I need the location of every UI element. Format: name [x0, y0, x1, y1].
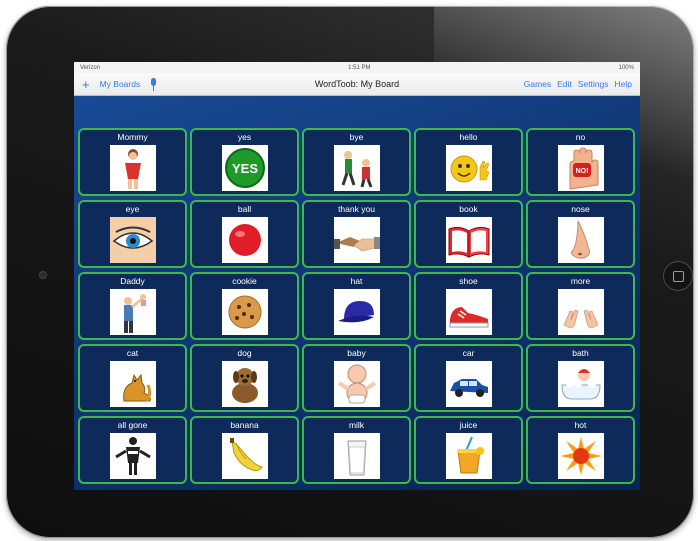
my-boards-button[interactable]: My Boards: [100, 79, 141, 89]
eye-icon: [109, 217, 156, 263]
tile-label: thank you: [338, 204, 375, 214]
word-tile-book[interactable]: book: [414, 200, 523, 268]
daddy-icon: [109, 289, 156, 335]
word-tile-eye[interactable]: eye: [78, 200, 187, 268]
more-icon: [557, 289, 604, 335]
tile-label: yes: [237, 132, 252, 142]
camera: [40, 272, 46, 278]
word-tile-banana[interactable]: banana: [190, 416, 299, 484]
tile-label: hot: [574, 420, 587, 430]
book-icon: [445, 217, 492, 263]
tile-label: bath: [572, 348, 589, 358]
milk-icon: [333, 433, 380, 479]
hot-icon: [557, 433, 604, 479]
ball-icon: [221, 217, 268, 263]
yes-icon: YES: [221, 145, 268, 191]
word-tile-milk[interactable]: milk: [302, 416, 411, 484]
car-icon: [445, 361, 492, 407]
app-screen: Verizon 1:51 PM 100% + My Boards WordToo…: [74, 62, 640, 490]
word-tile-ball[interactable]: ball: [190, 200, 299, 268]
word-tile-baby[interactable]: baby: [302, 344, 411, 412]
tile-label: bye: [349, 132, 364, 142]
thank-you-icon: [333, 217, 380, 263]
word-tile-hello[interactable]: hello: [414, 128, 523, 196]
svg-text:NO!: NO!: [575, 168, 588, 175]
word-tile-mommy[interactable]: Mommy: [78, 128, 187, 196]
tile-label: cookie: [232, 276, 257, 286]
word-tile-dog[interactable]: dog: [190, 344, 299, 412]
shoe-icon: [445, 289, 492, 335]
banana-icon: [221, 433, 268, 479]
microphone-icon[interactable]: [150, 77, 157, 91]
cat-icon: [109, 361, 156, 407]
tile-label: shoe: [459, 276, 478, 286]
word-tile-nose[interactable]: nose: [526, 200, 635, 268]
bye-icon: [333, 145, 380, 191]
word-tile-juice[interactable]: juice: [414, 416, 523, 484]
tile-label: dog: [237, 348, 252, 358]
word-tile-bye[interactable]: bye: [302, 128, 411, 196]
all-gone-icon: [109, 433, 156, 479]
tile-label: car: [462, 348, 475, 358]
word-tile-yes[interactable]: yes YES: [190, 128, 299, 196]
nav-bar: + My Boards WordToob: My Board Games Edi…: [74, 73, 640, 96]
hat-icon: [333, 289, 380, 335]
tile-label: hello: [459, 132, 478, 142]
baby-icon: [333, 361, 380, 407]
word-tile-bath[interactable]: bath: [526, 344, 635, 412]
games-button[interactable]: Games: [524, 79, 551, 89]
tile-label: Daddy: [120, 276, 145, 286]
add-icon[interactable]: +: [82, 77, 90, 92]
tile-label: baby: [347, 348, 366, 358]
bath-icon: [557, 361, 604, 407]
svg-text:YES: YES: [231, 161, 257, 176]
battery-label: 100%: [618, 64, 634, 71]
tile-label: juice: [459, 420, 478, 430]
tile-label: banana: [230, 420, 259, 430]
word-tile-no[interactable]: no NO!: [526, 128, 635, 196]
tile-label: all gone: [117, 420, 148, 430]
word-tile-cookie[interactable]: cookie: [190, 272, 299, 340]
nose-icon: [557, 217, 604, 263]
tile-label: ball: [237, 204, 252, 214]
clock: 1:51 PM: [348, 64, 371, 71]
word-tile-hat[interactable]: hat: [302, 272, 411, 340]
word-tile-all-gone[interactable]: all gone: [78, 416, 187, 484]
tile-label: eye: [125, 204, 140, 214]
tile-label: more: [570, 276, 591, 286]
word-tile-hot[interactable]: hot: [526, 416, 635, 484]
tile-label: milk: [348, 420, 365, 430]
status-bar: Verizon 1:51 PM 100%: [74, 62, 640, 73]
word-tile-thank-you[interactable]: thank you: [302, 200, 411, 268]
tile-label: cat: [126, 348, 139, 358]
word-board-grid: Mommy yes YES bye hello no NO! eye ball thank you…: [78, 128, 636, 484]
settings-button[interactable]: Settings: [578, 79, 609, 89]
hello-icon: [445, 145, 492, 191]
word-tile-car[interactable]: car: [414, 344, 523, 412]
tile-label: no: [575, 132, 586, 142]
dog-icon: [221, 361, 268, 407]
juice-icon: [445, 433, 492, 479]
word-tile-daddy[interactable]: Daddy: [78, 272, 187, 340]
home-button[interactable]: [663, 261, 693, 291]
word-tile-cat[interactable]: cat: [78, 344, 187, 412]
tile-label: Mommy: [117, 132, 148, 142]
help-button[interactable]: Help: [615, 79, 632, 89]
word-tile-shoe[interactable]: shoe: [414, 272, 523, 340]
edit-button[interactable]: Edit: [557, 79, 572, 89]
word-tile-more[interactable]: more: [526, 272, 635, 340]
tile-label: hat: [350, 276, 363, 286]
mommy-icon: [109, 145, 156, 191]
cookie-icon: [221, 289, 268, 335]
tile-label: nose: [571, 204, 590, 214]
tile-label: book: [459, 204, 478, 214]
carrier-label: Verizon: [80, 64, 101, 71]
no-icon: NO!: [557, 145, 604, 191]
